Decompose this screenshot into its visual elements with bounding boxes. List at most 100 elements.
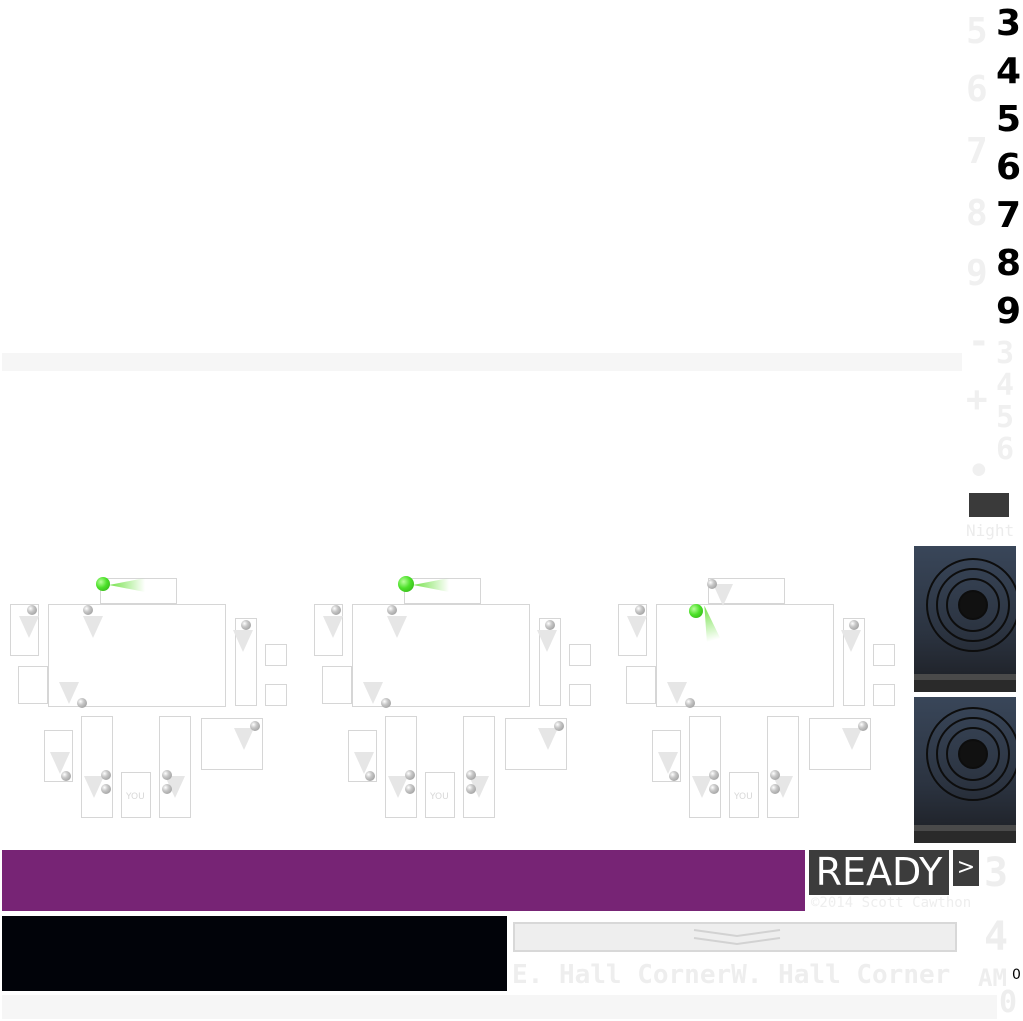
- desk-fan-image: [914, 546, 1016, 692]
- camera-dot[interactable]: [635, 605, 645, 615]
- hour-number: 3: [995, 3, 1021, 44]
- east-hall-room: [463, 716, 495, 818]
- camera-dot[interactable]: [162, 784, 172, 794]
- camera-dot[interactable]: [554, 721, 564, 731]
- active-camera-dot[interactable]: [689, 604, 703, 618]
- camera-cone: [713, 584, 733, 606]
- camera-dot[interactable]: [405, 770, 415, 780]
- active-camera-dot[interactable]: [96, 577, 110, 591]
- hall-corner-text: E. Hall CornerW. Hall Corner: [512, 960, 951, 990]
- camera-dot[interactable]: [331, 605, 341, 615]
- top-strip: [2, 353, 962, 371]
- camera-cone: [233, 630, 253, 652]
- camera-cone: [323, 616, 343, 638]
- fan-ring: [958, 590, 988, 620]
- hour-number: 6: [995, 147, 1021, 188]
- double-chevron-icon: [693, 929, 781, 946]
- camera-dot[interactable]: [250, 721, 260, 731]
- camera-dot[interactable]: [27, 605, 37, 615]
- closet-room: [322, 666, 352, 704]
- bottom-strip: [2, 995, 997, 1019]
- small-zero: 0: [1012, 967, 1021, 983]
- west-hall-room: [689, 716, 721, 818]
- night-label: Night: [966, 521, 1015, 540]
- camera-cone: [83, 616, 103, 638]
- camera-map-1[interactable]: YOU: [5, 570, 295, 820]
- camera-dot[interactable]: [545, 620, 555, 630]
- desk-base: [914, 831, 1016, 843]
- ghost-digit: 6: [996, 432, 1015, 467]
- kitchen-room-2: [873, 684, 895, 706]
- camera-dot[interactable]: [685, 698, 695, 708]
- camera-dot[interactable]: [466, 770, 476, 780]
- camera-dot[interactable]: [709, 770, 719, 780]
- camera-cone: [842, 728, 862, 750]
- office-you-label: YOU: [734, 792, 753, 802]
- camera-cone: [387, 616, 407, 638]
- camera-dot[interactable]: [387, 605, 397, 615]
- camera-dot[interactable]: [770, 784, 780, 794]
- hour-number: 5: [995, 99, 1021, 140]
- ready-button[interactable]: READY: [809, 850, 949, 895]
- black-panel: [2, 916, 507, 991]
- west-hall-room: [385, 716, 417, 818]
- camera-map-2[interactable]: YOU: [309, 570, 599, 820]
- kitchen-room-2: [265, 684, 287, 706]
- desk-fan-image: [914, 697, 1016, 843]
- desk-base: [914, 680, 1016, 692]
- camera-dot[interactable]: [101, 784, 111, 794]
- faint-zero: 0: [999, 985, 1018, 1020]
- camera-dot[interactable]: [101, 770, 111, 780]
- kitchen-room-2: [569, 684, 591, 706]
- hour-number: 9: [995, 291, 1021, 332]
- camera-dot[interactable]: [466, 784, 476, 794]
- camera-dot[interactable]: [162, 770, 172, 780]
- camera-dot[interactable]: [83, 605, 93, 615]
- ghost-symbol: •: [968, 451, 990, 492]
- camera-dot[interactable]: [241, 620, 251, 630]
- camera-cone: [667, 682, 687, 704]
- kitchen-room: [569, 644, 591, 666]
- closet-room: [626, 666, 656, 704]
- next-arrow-button[interactable]: >: [953, 850, 979, 886]
- office-you-label: YOU: [430, 792, 449, 802]
- hour-number: 8: [995, 243, 1021, 284]
- camera-dot[interactable]: [365, 771, 375, 781]
- camera-cone: [19, 616, 39, 638]
- office-you-label: YOU: [126, 792, 145, 802]
- camera-cone: [537, 630, 557, 652]
- ready-bar: [2, 850, 805, 911]
- camera-cone: [234, 728, 254, 750]
- camera-dot[interactable]: [77, 698, 87, 708]
- kitchen-room: [265, 644, 287, 666]
- east-hall-room: [159, 716, 191, 818]
- camera-cone: [363, 682, 383, 704]
- camera-dot[interactable]: [770, 770, 780, 780]
- faint-three: 3: [984, 850, 1009, 896]
- night-swatch: [969, 493, 1009, 517]
- camera-dot[interactable]: [61, 771, 71, 781]
- camera-dot[interactable]: [707, 579, 717, 589]
- east-hall-room: [767, 716, 799, 818]
- camera-cone: [538, 728, 558, 750]
- fan-ring: [958, 739, 988, 769]
- camera-cone: [841, 630, 861, 652]
- copyright-text: ©2014 Scott Cawthon: [811, 895, 972, 911]
- camera-dot[interactable]: [858, 721, 868, 731]
- hour-number: 7: [995, 195, 1021, 236]
- camera-cone: [59, 682, 79, 704]
- camera-map-3[interactable]: YOU: [613, 570, 903, 820]
- closet-room: [18, 666, 48, 704]
- camera-dot[interactable]: [709, 784, 719, 794]
- faint-four: 4: [984, 914, 1009, 960]
- active-camera-dot[interactable]: [398, 576, 414, 592]
- hour-number: 4: [995, 51, 1021, 92]
- kitchen-room: [873, 644, 895, 666]
- camera-toggle-bar[interactable]: [513, 922, 957, 952]
- camera-cone: [627, 616, 647, 638]
- camera-dot[interactable]: [405, 784, 415, 794]
- camera-dot[interactable]: [669, 771, 679, 781]
- camera-dot[interactable]: [849, 620, 859, 630]
- ghost-symbol: +: [966, 379, 988, 420]
- camera-dot[interactable]: [381, 698, 391, 708]
